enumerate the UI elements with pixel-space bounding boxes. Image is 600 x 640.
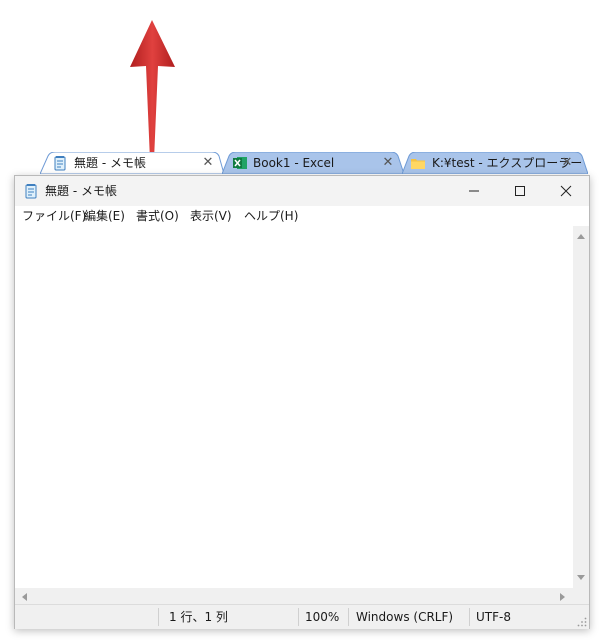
folder-icon bbox=[410, 155, 426, 171]
tab-close-button[interactable]: ✕ bbox=[560, 154, 574, 172]
window-title: 無題 - メモ帳 bbox=[45, 184, 117, 198]
notepad-window: 無題 - メモ帳 ファイル(F) 編集(E) 書式(O) 表示(V) ヘルプ(H… bbox=[14, 175, 590, 629]
status-separator bbox=[158, 608, 159, 626]
menu-view[interactable]: 表示(V) bbox=[190, 208, 232, 224]
vertical-scrollbar[interactable] bbox=[573, 226, 589, 588]
menu-format[interactable]: 書式(O) bbox=[136, 208, 179, 224]
scroll-left-button[interactable] bbox=[17, 588, 33, 604]
scroll-up-button[interactable] bbox=[573, 228, 589, 244]
status-encoding: UTF-8 bbox=[476, 610, 511, 624]
scrollbar-corner bbox=[573, 588, 589, 604]
tab-label: 無題 - メモ帳 bbox=[74, 156, 146, 170]
status-line-ending: Windows (CRLF) bbox=[356, 610, 454, 624]
tab-excel[interactable]: Book1 - Excel ✕ bbox=[222, 152, 404, 174]
scroll-left-icon bbox=[22, 593, 27, 601]
tab-label: Book1 - Excel bbox=[253, 156, 335, 170]
status-cursor-position: 1 行、1 列 bbox=[169, 610, 228, 624]
excel-icon bbox=[232, 155, 248, 171]
scroll-up-icon bbox=[577, 234, 585, 239]
horizontal-scrollbar[interactable] bbox=[15, 588, 573, 604]
scroll-right-icon bbox=[560, 593, 565, 601]
tab-close-button[interactable]: ✕ bbox=[381, 154, 395, 172]
scroll-right-button[interactable] bbox=[556, 588, 572, 604]
tab-notepad[interactable]: 無題 - メモ帳 ✕ bbox=[40, 152, 224, 174]
scroll-down-button[interactable] bbox=[573, 570, 589, 586]
maximize-button[interactable] bbox=[497, 176, 543, 206]
status-separator bbox=[469, 608, 470, 626]
status-zoom: 100% bbox=[305, 610, 340, 624]
scroll-down-icon bbox=[577, 575, 585, 580]
tab-close-button[interactable]: ✕ bbox=[201, 154, 215, 172]
menu-edit[interactable]: 編集(E) bbox=[84, 208, 125, 224]
close-button[interactable] bbox=[543, 176, 589, 206]
minimize-icon bbox=[469, 190, 479, 192]
resize-grip-icon[interactable] bbox=[577, 617, 587, 627]
notepad-icon bbox=[52, 155, 68, 171]
status-separator bbox=[348, 608, 349, 626]
text-editor[interactable] bbox=[15, 226, 573, 588]
notepad-icon bbox=[23, 183, 39, 199]
menu-file[interactable]: ファイル(F) bbox=[22, 208, 86, 224]
tab-explorer[interactable]: K:¥test - エクスプローラー ✕ bbox=[402, 152, 588, 174]
title-bar[interactable]: 無題 - メモ帳 bbox=[15, 176, 589, 206]
minimize-button[interactable] bbox=[451, 176, 497, 206]
maximize-icon bbox=[515, 186, 525, 196]
status-separator bbox=[298, 608, 299, 626]
menu-bar: ファイル(F) 編集(E) 書式(O) 表示(V) ヘルプ(H) bbox=[15, 206, 589, 226]
close-icon bbox=[560, 185, 572, 197]
status-bar: 1 行、1 列 100% Windows (CRLF) UTF-8 bbox=[15, 604, 589, 629]
menu-help[interactable]: ヘルプ(H) bbox=[244, 208, 298, 224]
